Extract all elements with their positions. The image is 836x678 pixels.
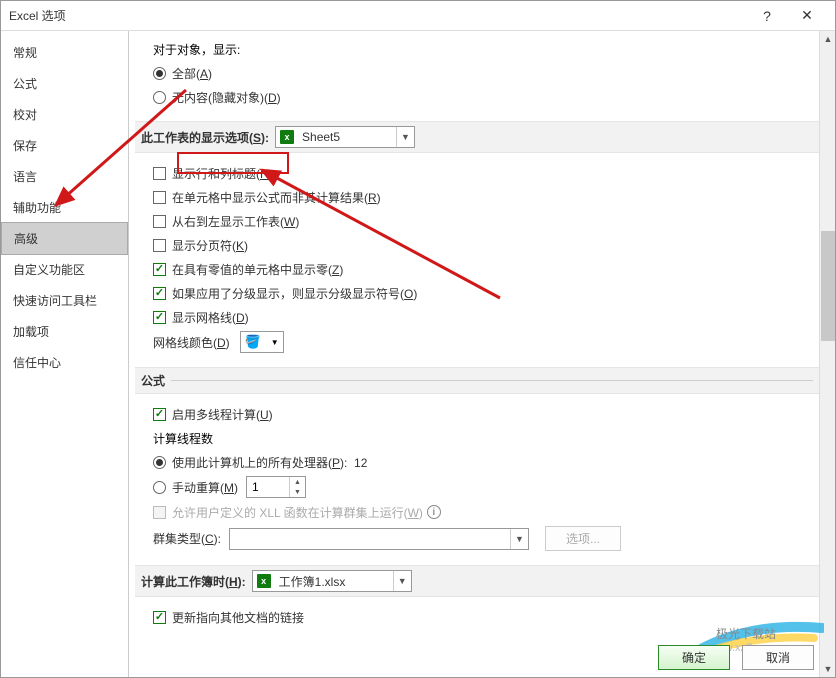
checkbox-gridlines-label: 显示网格线(D) <box>172 309 249 326</box>
checkbox-outline-label: 如果应用了分级显示，则显示分级显示符号(O) <box>172 285 417 302</box>
checkbox-show-formulas[interactable]: 在单元格中显示公式而非其计算结果(R) <box>153 187 819 207</box>
radio-icon <box>153 481 166 494</box>
spinner-down-icon[interactable]: ▼ <box>290 487 305 497</box>
radio-all-label: 全部(A) <box>172 65 212 82</box>
help-button[interactable]: ? <box>747 2 787 30</box>
checkbox-headers-label: 显示行和列标题(H) <box>172 165 273 182</box>
checkbox-zero[interactable]: 在具有零值的单元格中显示零(Z) <box>153 259 819 279</box>
sidebar-item-customize-ribbon[interactable]: 自定义功能区 <box>1 254 128 285</box>
workbook-select-text: 工作簿1.xlsx <box>275 573 393 590</box>
gridline-color-row: 网格线颜色(D) 🪣 ▼ <box>153 331 819 353</box>
checkbox-rtl[interactable]: 从右到左显示工作表(W) <box>153 211 819 231</box>
checkbox-outline[interactable]: 如果应用了分级显示，则显示分级显示符号(O) <box>153 283 819 303</box>
section-formulas: 公式 <box>135 367 819 394</box>
radio-icon <box>153 456 166 469</box>
section-title: 计算此工作簿时(H): <box>141 573 246 590</box>
radio-none-label: 无内容(隐藏对象)(D) <box>172 89 281 106</box>
checkbox-icon <box>153 215 166 228</box>
close-button[interactable]: ✕ <box>787 2 827 30</box>
checkbox-multithread-label: 启用多线程计算(U) <box>172 406 273 423</box>
options-dialog: Excel 选项 ? ✕ 常规 公式 校对 保存 语言 辅助功能 高级 自定义功… <box>0 0 836 678</box>
chevron-down-icon: ▼ <box>396 127 414 147</box>
radio-icon <box>153 67 166 80</box>
workbook-select[interactable]: x 工作簿1.xlsx ▼ <box>252 570 412 592</box>
paint-bucket-icon: 🪣 <box>245 334 261 350</box>
dialog-footer: 确定 取消 <box>658 645 814 670</box>
sidebar-item-accessibility[interactable]: 辅助功能 <box>1 192 128 223</box>
scroll-up-icon[interactable]: ▲ <box>820 31 835 47</box>
titlebar: Excel 选项 ? ✕ <box>1 1 835 31</box>
checkbox-rtl-label: 从右到左显示工作表(W) <box>172 213 299 230</box>
section-workbook-calc: 计算此工作簿时(H): x 工作簿1.xlsx ▼ <box>135 565 819 597</box>
checkbox-icon <box>153 167 166 180</box>
sidebar-item-advanced[interactable]: 高级 <box>1 222 128 255</box>
dialog-title: Excel 选项 <box>9 7 747 24</box>
checkbox-icon <box>153 408 166 421</box>
excel-file-icon: x <box>256 573 272 589</box>
content-pane: 对于对象，显示: 全部(A) 无内容(隐藏对象)(D) 此工作表的显示选项(S)… <box>129 31 835 677</box>
spinner-up-icon[interactable]: ▲ <box>290 477 305 487</box>
sidebar: 常规 公式 校对 保存 语言 辅助功能 高级 自定义功能区 快速访问工具栏 加载… <box>1 31 129 677</box>
scrollbar-thumb[interactable] <box>821 231 835 341</box>
gridcolor-label: 网格线颜色(D) <box>153 334 230 351</box>
cluster-type-row: 群集类型(C): ▼ 选项... <box>153 526 819 551</box>
checkbox-icon <box>153 611 166 624</box>
sidebar-item-language[interactable]: 语言 <box>1 161 128 192</box>
gridline-color-picker[interactable]: 🪣 ▼ <box>240 331 284 353</box>
threads-label: 计算线程数 <box>153 428 819 448</box>
checkbox-row-headers[interactable]: 显示行和列标题(H) <box>153 163 819 183</box>
checkbox-icon <box>153 239 166 252</box>
radio-manual-threads[interactable]: 手动重算(M) 1 ▲ ▼ <box>153 476 819 498</box>
ok-button[interactable]: 确定 <box>658 645 730 670</box>
cluster-type-select[interactable]: ▼ <box>229 528 529 550</box>
checkbox-gridlines[interactable]: 显示网格线(D) <box>153 307 819 327</box>
sidebar-item-addins[interactable]: 加载项 <box>1 316 128 347</box>
checkbox-xll-label: 允许用户定义的 XLL 函数在计算群集上运行(W) <box>172 504 423 521</box>
checkbox-multithread[interactable]: 启用多线程计算(U) <box>153 404 819 424</box>
checkbox-icon <box>153 287 166 300</box>
checkbox-icon <box>153 263 166 276</box>
checkbox-pagebreaks-label: 显示分页符(K) <box>172 237 248 254</box>
cancel-button[interactable]: 取消 <box>742 645 814 670</box>
radio-icon <box>153 91 166 104</box>
worksheet-select[interactable]: x Sheet5 ▼ <box>275 126 415 148</box>
worksheet-select-text: Sheet5 <box>298 130 396 144</box>
cluster-options-button: 选项... <box>545 526 621 551</box>
cluster-label: 群集类型(C): <box>153 530 221 547</box>
checkbox-icon <box>153 506 166 519</box>
excel-sheet-icon: x <box>279 129 295 145</box>
checkbox-zero-label: 在具有零值的单元格中显示零(Z) <box>172 261 343 278</box>
checkbox-formulas-label: 在单元格中显示公式而非其计算结果(R) <box>172 189 381 206</box>
vertical-scrollbar[interactable]: ▲ ▼ <box>819 31 835 677</box>
checkbox-update-links-label: 更新指向其他文档的链接 <box>172 609 304 626</box>
radio-all-procs-label: 使用此计算机上的所有处理器(P): 12 <box>172 454 367 471</box>
radio-use-all-procs[interactable]: 使用此计算机上的所有处理器(P): 12 <box>153 452 819 472</box>
sidebar-item-trust-center[interactable]: 信任中心 <box>1 347 128 378</box>
section-title: 此工作表的显示选项(S): <box>141 129 269 146</box>
sidebar-item-save[interactable]: 保存 <box>1 130 128 161</box>
brand-text: 极光下载站 <box>716 625 776 642</box>
radio-show-none[interactable]: 无内容(隐藏对象)(D) <box>153 87 819 107</box>
checkbox-icon <box>153 311 166 324</box>
sidebar-item-qat[interactable]: 快速访问工具栏 <box>1 285 128 316</box>
chevron-down-icon: ▼ <box>510 529 528 549</box>
sidebar-item-general[interactable]: 常规 <box>1 37 128 68</box>
checkbox-xll-cluster: 允许用户定义的 XLL 函数在计算群集上运行(W) i <box>153 502 819 522</box>
radio-manual-label: 手动重算(M) <box>172 479 238 496</box>
section-worksheet-display: 此工作表的显示选项(S): x Sheet5 ▼ <box>135 121 819 153</box>
checkbox-pagebreaks[interactable]: 显示分页符(K) <box>153 235 819 255</box>
checkbox-icon <box>153 191 166 204</box>
chevron-down-icon: ▼ <box>393 571 411 591</box>
sidebar-item-formulas[interactable]: 公式 <box>1 68 128 99</box>
section-title: 公式 <box>141 372 165 389</box>
objects-label: 对于对象，显示: <box>153 39 819 59</box>
radio-show-all[interactable]: 全部(A) <box>153 63 819 83</box>
thread-count-input[interactable]: 1 ▲ ▼ <box>246 476 306 498</box>
sidebar-item-proofing[interactable]: 校对 <box>1 99 128 130</box>
thread-count-value: 1 <box>247 477 289 497</box>
info-icon[interactable]: i <box>427 505 441 519</box>
chevron-down-icon: ▼ <box>271 338 279 347</box>
